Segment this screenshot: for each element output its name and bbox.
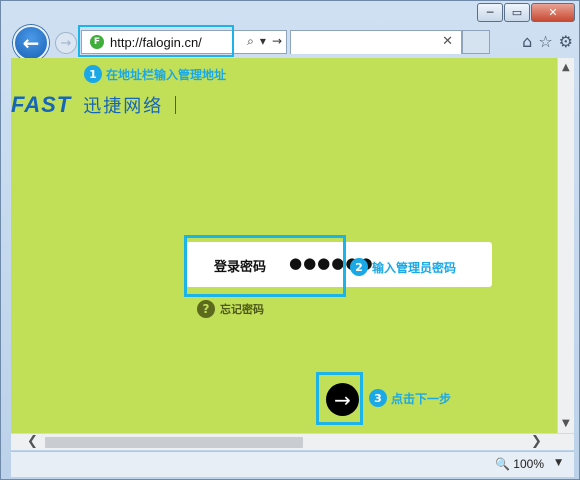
scroll-left-icon[interactable]: ❮ (27, 434, 38, 449)
back-arrow-icon: ← (22, 31, 40, 55)
forgot-password-link[interactable]: ? 忘记密码 (197, 300, 264, 318)
arrow-right-icon: → (334, 387, 351, 412)
maximize-button[interactable]: ▭ (504, 3, 530, 22)
forgot-password-label[interactable]: 忘记密码 (220, 301, 264, 317)
scroll-thumb[interactable] (45, 437, 303, 448)
browser-window: ─ ▭ ✕ ← → F http://falogin.cn/ ⌕ ▾ → ✕ ⌂… (0, 0, 580, 480)
favorites-star-icon[interactable]: ☆ (538, 32, 552, 51)
gear-icon[interactable]: ⚙ (559, 32, 573, 51)
page-content: 1 在地址栏输入管理地址 FAST 迅捷网络 登录密码 ●●●●●● 2 输入管… (11, 58, 557, 433)
new-tab-button[interactable] (462, 30, 490, 54)
password-highlight-box (184, 235, 346, 297)
address-tools: ⌕ ▾ → (247, 34, 282, 49)
close-window-button[interactable]: ✕ (531, 3, 575, 22)
zoom-icon: 🔍 (495, 457, 511, 471)
scroll-down-icon[interactable]: ▼ (562, 418, 570, 429)
window-controls: ─ ▭ ✕ (476, 3, 575, 22)
scroll-up-icon[interactable]: ▲ (562, 62, 570, 73)
address-highlight-box (78, 25, 234, 57)
annotation-step-2: 2 输入管理员密码 (350, 258, 456, 276)
question-icon: ? (197, 300, 215, 318)
annotation-text: 输入管理员密码 (372, 260, 457, 275)
forward-button[interactable]: → (55, 32, 77, 54)
chevron-down-icon[interactable]: ▼ (555, 458, 562, 468)
brand-logo: FAST (11, 92, 72, 117)
brand-header: FAST 迅捷网络 (11, 92, 177, 118)
search-icon[interactable]: ⌕ (247, 34, 254, 49)
home-icon[interactable]: ⌂ (522, 32, 532, 51)
close-tab-icon[interactable]: ✕ (442, 34, 453, 49)
scroll-right-icon[interactable]: ❯ (531, 434, 542, 449)
toolbar-icons: ⌂ ☆ ⚙ (522, 32, 573, 51)
annotation-text: 点击下一步 (391, 391, 452, 406)
brand-name: 迅捷网络 (83, 96, 164, 117)
zoom-control[interactable]: 🔍 100% (495, 457, 544, 471)
next-button[interactable]: → (326, 383, 359, 416)
annotation-step-1: 1 在地址栏输入管理地址 (84, 65, 226, 83)
browser-tab[interactable]: ✕ (290, 30, 462, 54)
annotation-step-3: 3 点击下一步 (369, 389, 451, 407)
brand-separator (175, 96, 177, 114)
annotation-text: 在地址栏输入管理地址 (106, 67, 227, 82)
minimize-button[interactable]: ─ (477, 3, 503, 22)
zoom-level[interactable]: 100% (513, 457, 544, 471)
go-arrow-icon[interactable]: → (272, 34, 282, 49)
back-button[interactable]: ← (13, 25, 49, 61)
step-badge: 1 (84, 65, 102, 83)
horizontal-scrollbar[interactable]: ❮ ❯ (11, 433, 574, 450)
step-badge: 3 (369, 389, 387, 407)
vertical-scrollbar[interactable]: ▲ ▼ (557, 58, 574, 433)
status-bar: 🔍 100% ▼ (11, 451, 574, 477)
step-badge: 2 (350, 258, 368, 276)
chevron-down-icon[interactable]: ▾ (260, 34, 266, 49)
forward-arrow-icon: → (60, 35, 72, 51)
